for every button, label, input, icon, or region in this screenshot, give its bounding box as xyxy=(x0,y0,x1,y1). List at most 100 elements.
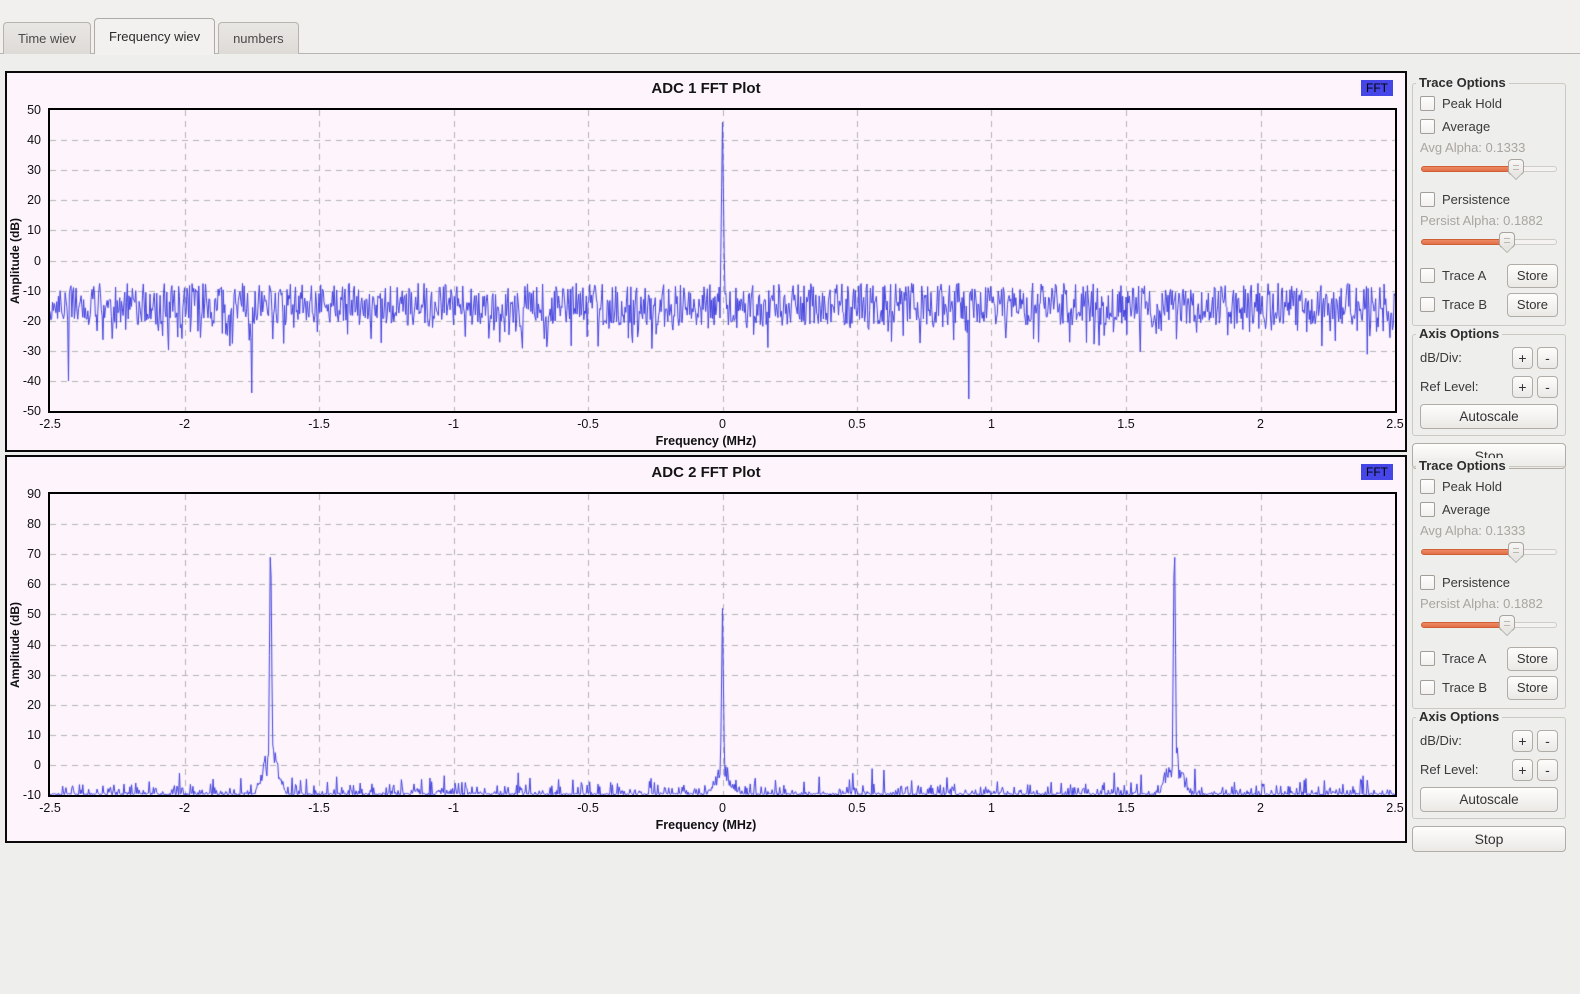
trace-b-checkbox[interactable] xyxy=(1420,680,1435,695)
persist-alpha-label: Persist Alpha: 0.1882 xyxy=(1420,594,1558,614)
y-tick-label: 0 xyxy=(34,254,41,268)
x-tick-label: 1 xyxy=(988,801,995,815)
y-tick-label: 70 xyxy=(27,547,41,561)
x-tick-label: 0.5 xyxy=(848,417,865,431)
y-tick-label: -40 xyxy=(23,374,41,388)
ref-level-plus-button[interactable]: + xyxy=(1512,376,1533,398)
db-div-minus-button[interactable]: - xyxy=(1537,347,1558,369)
avg-alpha-label: Avg Alpha: 0.1333 xyxy=(1420,521,1558,541)
y-tick-label: 40 xyxy=(27,638,41,652)
y-tick-label: 30 xyxy=(27,668,41,682)
adc2-fft-plot-canvas[interactable] xyxy=(48,492,1397,797)
y-tick-label: 60 xyxy=(27,577,41,591)
tab-time-view[interactable]: Time wiev xyxy=(3,22,91,54)
x-tick-label: -0.5 xyxy=(577,801,599,815)
trace-b-store-button[interactable]: Store xyxy=(1507,676,1558,700)
ref-level-label: Ref Level: xyxy=(1420,762,1508,777)
trace-b-checkbox[interactable] xyxy=(1420,297,1435,312)
fft-badge: FFT xyxy=(1361,80,1393,96)
db-div-label: dB/Div: xyxy=(1420,350,1508,365)
axis-options-title: Axis Options xyxy=(1416,709,1502,724)
adc2-x-tick-labels: -2.5-2-1.5-1-0.500.511.522.5 xyxy=(50,801,1395,817)
ref-level-minus-button[interactable]: - xyxy=(1537,759,1558,781)
persistence-checkbox[interactable] xyxy=(1420,192,1435,207)
ref-level-row: Ref Level: + - xyxy=(1420,372,1558,401)
average-checkbox[interactable] xyxy=(1420,119,1435,134)
tab-frequency-view[interactable]: Frequency wiev xyxy=(94,18,215,54)
peak-hold-row: Peak Hold xyxy=(1420,92,1558,115)
adc2-fft-plot-frame: ADC 2 FFT Plot FFT Amplitude (dB) 908070… xyxy=(5,455,1407,843)
persistence-label: Persistence xyxy=(1442,192,1510,207)
ref-level-minus-button[interactable]: - xyxy=(1537,376,1558,398)
fft-badge: FFT xyxy=(1361,464,1393,480)
peak-hold-checkbox[interactable] xyxy=(1420,479,1435,494)
y-tick-label: -20 xyxy=(23,314,41,328)
tab-numbers[interactable]: numbers xyxy=(218,22,299,54)
x-tick-label: -1 xyxy=(448,801,459,815)
autoscale-button[interactable]: Autoscale xyxy=(1420,787,1558,812)
ref-level-plus-button[interactable]: + xyxy=(1512,759,1533,781)
trace-b-label: Trace B xyxy=(1442,680,1487,695)
trace-options-group: Trace Options Peak Hold Average Avg Alph… xyxy=(1412,466,1566,709)
avg-alpha-label: Avg Alpha: 0.1333 xyxy=(1420,138,1558,158)
trace-a-checkbox[interactable] xyxy=(1420,268,1435,283)
slider-handle[interactable] xyxy=(1499,615,1515,631)
adc1-fft-plot-canvas[interactable] xyxy=(48,108,1397,413)
y-tick-label: 30 xyxy=(27,163,41,177)
average-label: Average xyxy=(1442,502,1490,517)
x-tick-label: -2.5 xyxy=(39,417,61,431)
average-row: Average xyxy=(1420,498,1558,521)
trace-a-store-button[interactable]: Store xyxy=(1507,264,1558,288)
ref-level-row: Ref Level: + - xyxy=(1420,755,1558,784)
tab-bar: Time wiev Frequency wiev numbers xyxy=(3,18,302,54)
persistence-checkbox[interactable] xyxy=(1420,575,1435,590)
average-checkbox[interactable] xyxy=(1420,502,1435,517)
db-div-plus-button[interactable]: + xyxy=(1512,347,1533,369)
persist-alpha-label: Persist Alpha: 0.1882 xyxy=(1420,211,1558,231)
y-tick-label: 80 xyxy=(27,517,41,531)
slider-fill xyxy=(1421,622,1507,628)
persistence-row: Persistence xyxy=(1420,188,1558,211)
x-tick-label: 0 xyxy=(719,417,726,431)
slider-handle[interactable] xyxy=(1508,542,1524,558)
y-tick-label: 20 xyxy=(27,193,41,207)
trace-a-store-button[interactable]: Store xyxy=(1507,647,1558,671)
slider-fill xyxy=(1421,166,1516,172)
avg-alpha-slider[interactable] xyxy=(1421,541,1557,562)
slider-handle[interactable] xyxy=(1508,159,1524,175)
x-tick-label: -2 xyxy=(179,417,190,431)
trace-b-store-button[interactable]: Store xyxy=(1507,293,1558,317)
trace-b-label: Trace B xyxy=(1442,297,1487,312)
persistence-row: Persistence xyxy=(1420,571,1558,594)
slider-handle[interactable] xyxy=(1499,232,1515,248)
db-div-row: dB/Div: + - xyxy=(1420,726,1558,755)
y-tick-label: 0 xyxy=(34,758,41,772)
axis-options-group: Axis Options dB/Div: + - Ref Level: + - … xyxy=(1412,717,1566,819)
persist-alpha-slider[interactable] xyxy=(1421,231,1557,252)
avg-alpha-slider[interactable] xyxy=(1421,158,1557,179)
y-tick-label: -30 xyxy=(23,344,41,358)
persist-alpha-slider[interactable] xyxy=(1421,614,1557,635)
db-div-plus-button[interactable]: + xyxy=(1512,730,1533,752)
x-tick-label: 1.5 xyxy=(1117,417,1134,431)
y-tick-label: 10 xyxy=(27,223,41,237)
adc1-control-panel: Trace Options Peak Hold Average Avg Alph… xyxy=(1412,75,1566,451)
y-tick-label: 40 xyxy=(27,133,41,147)
x-tick-label: -2 xyxy=(179,801,190,815)
trace-options-title: Trace Options xyxy=(1416,458,1509,473)
adc2-x-axis-label: Frequency (MHz) xyxy=(7,818,1405,832)
slider-fill xyxy=(1421,239,1507,245)
x-tick-label: 2.5 xyxy=(1386,417,1403,431)
stop-button[interactable]: Stop xyxy=(1412,826,1566,852)
trace-a-checkbox[interactable] xyxy=(1420,651,1435,666)
trace-b-row: Trace B Store xyxy=(1420,290,1558,319)
x-tick-label: 0.5 xyxy=(848,801,865,815)
slider-fill xyxy=(1421,549,1516,555)
trace-a-label: Trace A xyxy=(1442,268,1486,283)
autoscale-button[interactable]: Autoscale xyxy=(1420,404,1558,429)
y-tick-label: 20 xyxy=(27,698,41,712)
peak-hold-checkbox[interactable] xyxy=(1420,96,1435,111)
db-div-minus-button[interactable]: - xyxy=(1537,730,1558,752)
adc2-y-tick-labels: 9080706050403020100-10 xyxy=(7,494,45,795)
axis-options-title: Axis Options xyxy=(1416,326,1502,341)
